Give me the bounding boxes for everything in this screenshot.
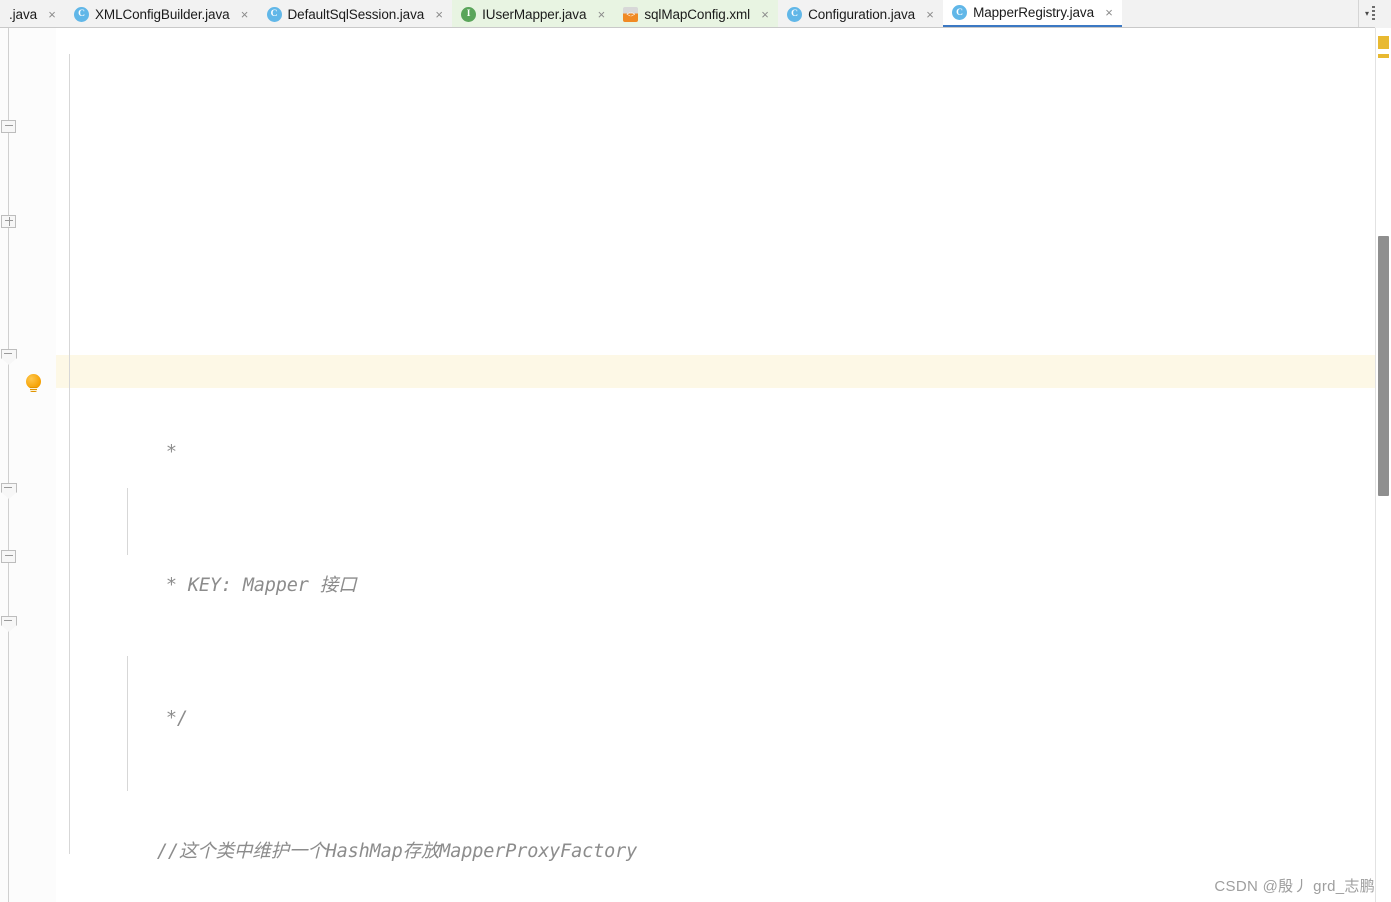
editor-tab-bar: .java × C XMLConfigBuilder.java × C Defa…	[0, 0, 1391, 28]
code-content[interactable]: * MapperProxyFactory 映射 * * KEY: Mapper …	[56, 28, 1375, 902]
editor-tab-java-partial[interactable]: .java ×	[0, 0, 66, 27]
close-icon[interactable]: ×	[433, 8, 445, 21]
close-icon[interactable]: ×	[46, 8, 58, 21]
tabbar-right-corner	[1375, 0, 1391, 28]
fold-marker-region-2[interactable]	[1, 483, 17, 499]
watermark: CSDN @殷丿 grd_志鹏	[1214, 878, 1375, 895]
code-line: */	[56, 669, 1375, 729]
close-icon[interactable]: ×	[924, 8, 936, 21]
editor-tab-configuration[interactable]: C Configuration.java ×	[778, 0, 944, 27]
editor-gutter[interactable]	[0, 28, 56, 902]
class-icon: C	[787, 6, 803, 22]
close-icon[interactable]: ×	[1103, 6, 1115, 19]
scrollbar-thumb[interactable]	[1378, 236, 1389, 496]
line-text: //这个类中维护一个HashMap存放MapperProxyFactory	[156, 841, 638, 863]
warning-marker[interactable]	[1378, 54, 1389, 58]
code-editor[interactable]: * MapperProxyFactory 映射 * * KEY: Mapper …	[0, 28, 1391, 902]
indent-guide	[69, 54, 70, 854]
line-text: */	[165, 707, 188, 729]
fold-marker-region-3[interactable]	[1, 616, 17, 632]
tab-label: MapperRegistry.java	[973, 5, 1094, 20]
chevron-down-icon: ▾	[1364, 9, 1369, 18]
lightbulb-icon[interactable]	[25, 374, 42, 393]
class-icon: C	[74, 6, 90, 22]
code-line: * MapperProxyFactory 映射	[56, 294, 1375, 302]
line-text: * KEY: Mapper 接口	[165, 574, 357, 596]
close-icon[interactable]: ×	[239, 8, 251, 21]
fold-marker-region-start[interactable]	[1, 349, 17, 365]
editor-tab-sqlmapconfig[interactable]: <> sqlMapConfig.xml ×	[614, 0, 779, 27]
editor-tab-iusermapper[interactable]: I IUserMapper.java ×	[452, 0, 615, 27]
code-line: * KEY: Mapper 接口	[56, 535, 1375, 596]
fold-rail	[8, 28, 9, 902]
close-icon[interactable]: ×	[759, 8, 771, 21]
vertical-scrollbar[interactable]	[1375, 28, 1391, 902]
editor-tab-mapperregistry[interactable]: C MapperRegistry.java ×	[943, 0, 1122, 27]
warning-marker[interactable]	[1378, 36, 1389, 49]
ide-window: .java × C XMLConfigBuilder.java × C Defa…	[0, 0, 1391, 902]
tab-label: DefaultSqlSession.java	[287, 6, 425, 22]
interface-icon: I	[461, 6, 477, 22]
code-line: //这个类中维护一个HashMap存放MapperProxyFactory	[56, 802, 1375, 862]
class-icon: C	[952, 5, 968, 20]
tab-label: IUserMapper.java	[482, 6, 587, 22]
editor-tab-defaultsqlsession[interactable]: C DefaultSqlSession.java ×	[257, 0, 453, 27]
fold-marker-collapse-1[interactable]	[1, 120, 16, 133]
class-icon: C	[266, 6, 282, 22]
close-icon[interactable]: ×	[595, 8, 607, 21]
fold-marker-collapse-2[interactable]	[1, 550, 16, 563]
code-line: *	[56, 402, 1375, 463]
tab-label: Configuration.java	[808, 6, 916, 22]
tab-label: .java	[9, 6, 38, 22]
line-text: *	[165, 441, 177, 463]
tab-label: XMLConfigBuilder.java	[95, 6, 230, 22]
fold-marker-expand-1[interactable]	[1, 215, 16, 228]
editor-tab-xmlconfigbuilder[interactable]: C XMLConfigBuilder.java ×	[65, 0, 258, 27]
tab-label: sqlMapConfig.xml	[644, 6, 751, 22]
xml-file-icon: <>	[623, 6, 639, 22]
